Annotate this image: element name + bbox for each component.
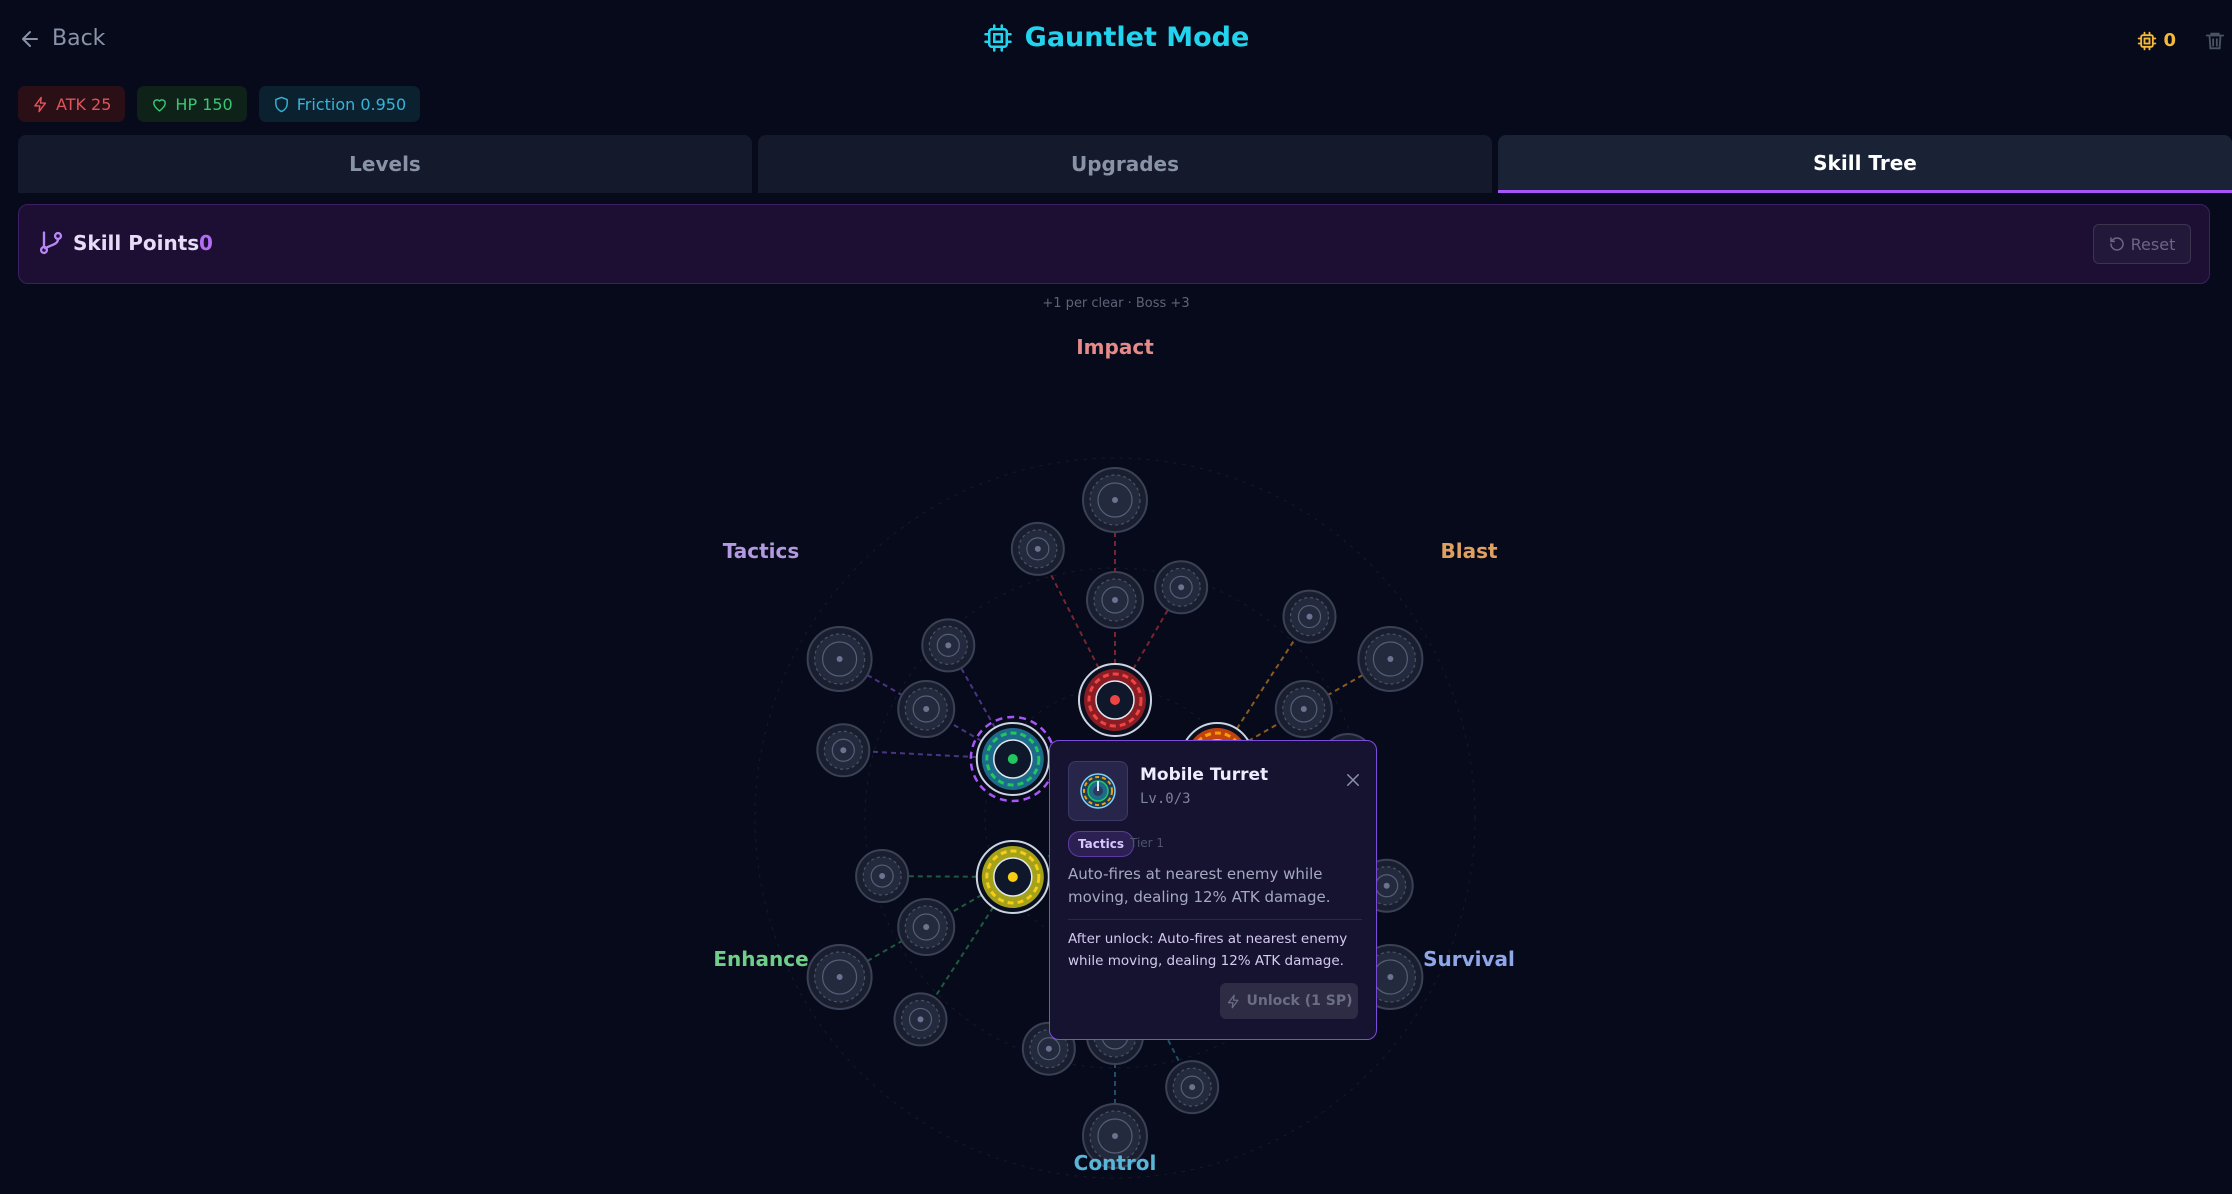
skill-node-impact-t2[interactable] bbox=[1086, 571, 1144, 629]
skill-node-control-t3a[interactable] bbox=[1165, 1060, 1220, 1115]
lightning-icon bbox=[1227, 994, 1238, 1008]
unlock-button[interactable]: Unlock (1 SP) bbox=[1220, 983, 1358, 1019]
close-icon[interactable] bbox=[1344, 771, 1362, 789]
skill-node-enhance-t3b[interactable] bbox=[855, 849, 910, 904]
skill-tooltip: Mobile Turret Lv.0/3 Tactics Tier 1 Auto… bbox=[1049, 740, 1377, 1040]
skill-node-impact-t3b[interactable] bbox=[1154, 560, 1209, 615]
turret-icon bbox=[1080, 773, 1116, 809]
branch-label-survival: Survival bbox=[1423, 947, 1515, 971]
skill-after-unlock: After unlock: Auto-fires at nearest enem… bbox=[1068, 919, 1362, 972]
skill-node-tactics-t4[interactable] bbox=[806, 626, 873, 692]
skill-icon-box bbox=[1068, 761, 1128, 821]
branch-label-enhance: Enhance bbox=[713, 947, 809, 971]
skill-node-impact-t1[interactable] bbox=[1078, 663, 1152, 737]
skill-node-impact-t4[interactable] bbox=[1082, 467, 1148, 533]
skill-level: Lv.0/3 bbox=[1140, 791, 1191, 807]
skill-node-enhance-t4[interactable] bbox=[806, 944, 873, 1010]
skill-node-tactics-t3b[interactable] bbox=[921, 618, 976, 673]
skill-tier: Tier 1 bbox=[1130, 836, 1165, 850]
skill-node-enhance-t2[interactable] bbox=[897, 898, 956, 956]
branch-label-impact: Impact bbox=[1076, 335, 1154, 359]
skill-node-impact-t3a[interactable] bbox=[1010, 521, 1065, 576]
skill-branch-tag: Tactics bbox=[1068, 831, 1134, 857]
branch-label-control: Control bbox=[1073, 1151, 1157, 1175]
skill-node-blast-t4[interactable] bbox=[1357, 626, 1424, 692]
skill-node-tactics-t2[interactable] bbox=[897, 680, 956, 738]
skill-node-tactics-t3a[interactable] bbox=[816, 723, 871, 778]
skill-description: Auto-fires at nearest enemy while moving… bbox=[1068, 865, 1331, 906]
skill-node-blast-t3a[interactable] bbox=[1282, 589, 1337, 644]
skill-node-enhance-t1[interactable] bbox=[975, 840, 1050, 914]
unlock-label: Unlock (1 SP) bbox=[1246, 993, 1353, 1009]
branch-label-tactics: Tactics bbox=[722, 539, 800, 563]
skill-node-enhance-t3a[interactable] bbox=[893, 992, 948, 1047]
branch-label-blast: Blast bbox=[1440, 539, 1498, 563]
skill-node-tactics-t1[interactable] bbox=[969, 715, 1057, 803]
skill-name: Mobile Turret bbox=[1140, 765, 1269, 785]
skill-node-blast-t2[interactable] bbox=[1274, 680, 1333, 738]
